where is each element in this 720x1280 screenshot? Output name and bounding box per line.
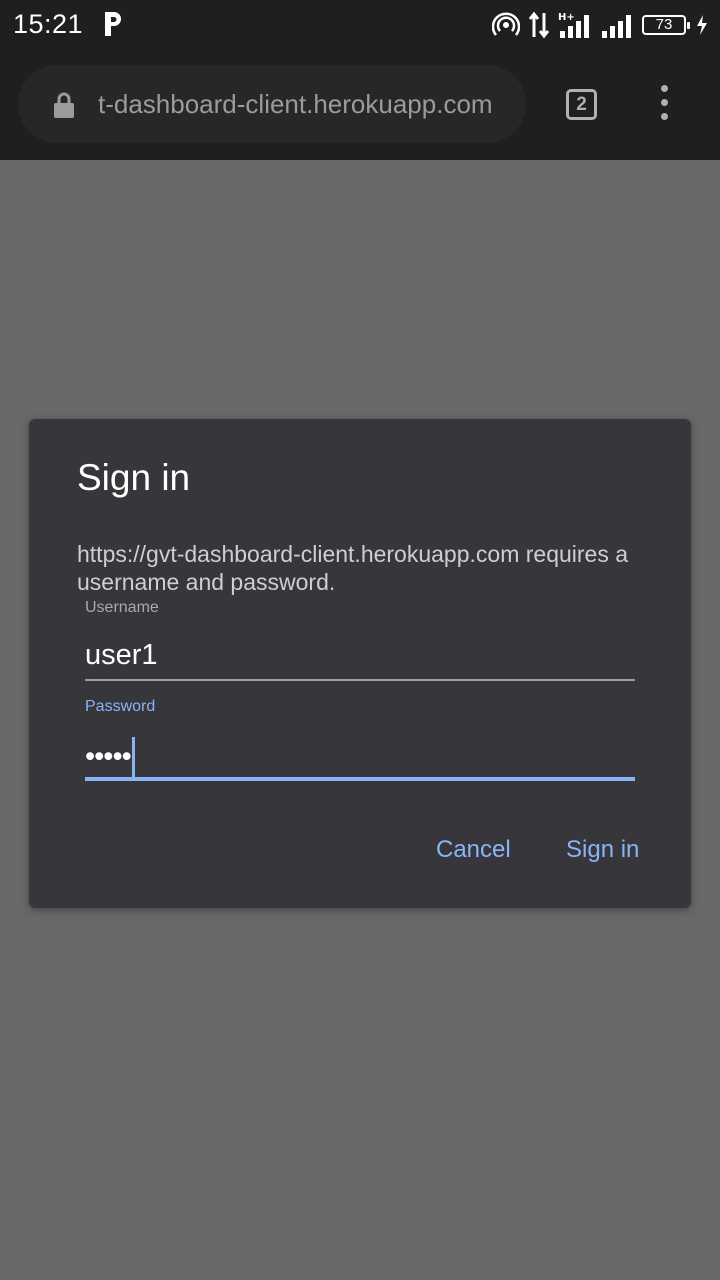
- clock: 15:21: [13, 9, 84, 39]
- hotspot-icon: [492, 12, 520, 36]
- battery-level: 73: [655, 16, 673, 33]
- cancel-button[interactable]: Cancel: [436, 836, 511, 864]
- lock-icon: [54, 92, 74, 118]
- password-underline: [85, 777, 635, 781]
- sign-in-dialog: Sign in https://gvt-dashboard-client.her…: [29, 419, 691, 908]
- username-underline: [85, 679, 635, 681]
- password-field[interactable]: •••••: [85, 737, 135, 779]
- text-caret: [131, 737, 135, 779]
- signal-icon: [602, 15, 631, 38]
- battery-icon: 73: [642, 15, 690, 35]
- password-label: Password: [85, 698, 156, 715]
- overflow-menu-icon[interactable]: [655, 85, 673, 125]
- tab-count: 2: [576, 94, 587, 115]
- svg-text:H+: H+: [558, 12, 575, 23]
- dialog-title: Sign in: [77, 457, 191, 498]
- sign-in-button[interactable]: Sign in: [566, 836, 639, 864]
- status-bar: 15:21 H+ 73: [0, 0, 720, 50]
- tab-switcher-button[interactable]: 2: [566, 89, 597, 120]
- charging-icon: [697, 15, 707, 35]
- username-label: Username: [85, 599, 159, 616]
- data-transfer-icon: [528, 11, 550, 39]
- parking-icon: [105, 12, 121, 36]
- browser-toolbar: t-dashboard-client.herokuapp.com 2: [0, 50, 720, 160]
- status-icons: H+ 73: [492, 10, 708, 40]
- signal-hplus-icon: H+: [558, 12, 589, 38]
- address-bar[interactable]: t-dashboard-client.herokuapp.com: [18, 65, 526, 143]
- username-field[interactable]: user1: [85, 639, 158, 672]
- url-text[interactable]: t-dashboard-client.herokuapp.com: [98, 89, 518, 120]
- password-value: •••••: [85, 740, 132, 773]
- dialog-message: https://gvt-dashboard-client.herokuapp.c…: [77, 541, 629, 595]
